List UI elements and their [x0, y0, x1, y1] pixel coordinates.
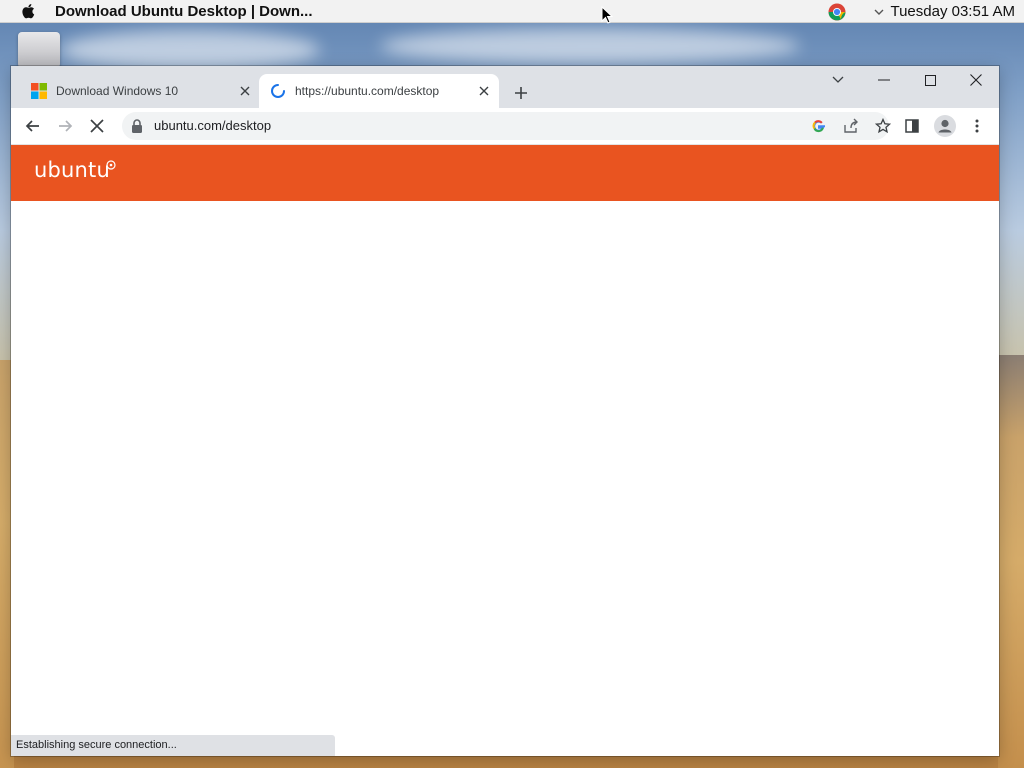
maximize-button[interactable]	[910, 69, 950, 91]
google-lens-icon[interactable]	[810, 117, 828, 135]
ubuntu-nav-header: ubuntu	[11, 145, 999, 201]
minimize-button[interactable]	[864, 69, 904, 91]
status-bubble: Establishing secure connection...	[11, 735, 335, 756]
browser-window: Download Windows 10 https://ubuntu.com/d…	[11, 66, 999, 756]
loading-spinner-icon	[271, 84, 285, 98]
active-window-title[interactable]: Download Ubuntu Desktop | Down...	[55, 3, 313, 20]
address-bar[interactable]: ubuntu.com/desktop	[122, 112, 892, 140]
browser-toolbar: ubuntu.com/desktop	[11, 108, 999, 145]
close-icon	[970, 74, 982, 86]
lock-icon[interactable]	[131, 119, 143, 133]
tab-search-button[interactable]	[818, 69, 858, 91]
close-icon[interactable]	[475, 82, 493, 100]
arrow-left-icon	[25, 120, 39, 132]
side-panel-button[interactable]	[899, 113, 925, 139]
chrome-tray-icon[interactable]	[828, 3, 846, 21]
profile-button[interactable]	[932, 113, 958, 139]
desktop-drive-icon[interactable]	[18, 32, 60, 68]
forward-button[interactable]	[52, 113, 78, 139]
more-vert-icon	[975, 119, 979, 133]
tab-title: Download Windows 10	[56, 84, 179, 98]
menu-button[interactable]	[964, 113, 990, 139]
plus-icon	[515, 87, 527, 99]
menu-bar: Download Ubuntu Desktop | Down... Tuesda…	[0, 0, 1024, 23]
apple-menu-icon[interactable]	[21, 3, 35, 19]
stop-icon	[90, 119, 104, 133]
tab-strip: Download Windows 10 https://ubuntu.com/d…	[11, 66, 999, 108]
stop-loading-button[interactable]	[84, 113, 110, 139]
back-button[interactable]	[20, 113, 46, 139]
mouse-cursor-icon	[601, 6, 613, 24]
sky-cloud	[380, 28, 800, 64]
windows-logo-icon	[31, 83, 47, 99]
share-icon[interactable]	[842, 117, 860, 135]
close-icon[interactable]	[236, 82, 254, 100]
desktop-dune	[998, 355, 1024, 768]
tab-ubuntu-desktop[interactable]: https://ubuntu.com/desktop	[259, 74, 499, 108]
ubuntu-logo[interactable]: ubuntu	[34, 158, 110, 182]
page-content	[11, 201, 999, 756]
minimize-icon	[878, 79, 890, 81]
avatar-icon	[934, 115, 956, 137]
tab-download-windows[interactable]: Download Windows 10	[20, 74, 260, 108]
maximize-icon	[924, 74, 936, 86]
sky-cloud	[60, 30, 320, 70]
close-window-button[interactable]	[956, 69, 996, 91]
registered-mark-icon	[106, 160, 116, 170]
menubar-clock[interactable]: Tuesday 03:51 AM	[890, 3, 1015, 20]
chevron-down-icon[interactable]	[874, 8, 884, 16]
chevron-down-icon	[832, 76, 844, 83]
new-tab-button[interactable]	[508, 80, 534, 106]
bookmark-star-icon[interactable]	[874, 117, 892, 135]
tab-title: https://ubuntu.com/desktop	[295, 84, 440, 98]
arrow-right-icon	[59, 120, 73, 132]
url-text[interactable]: ubuntu.com/desktop	[154, 118, 271, 133]
side-panel-icon	[905, 119, 919, 133]
